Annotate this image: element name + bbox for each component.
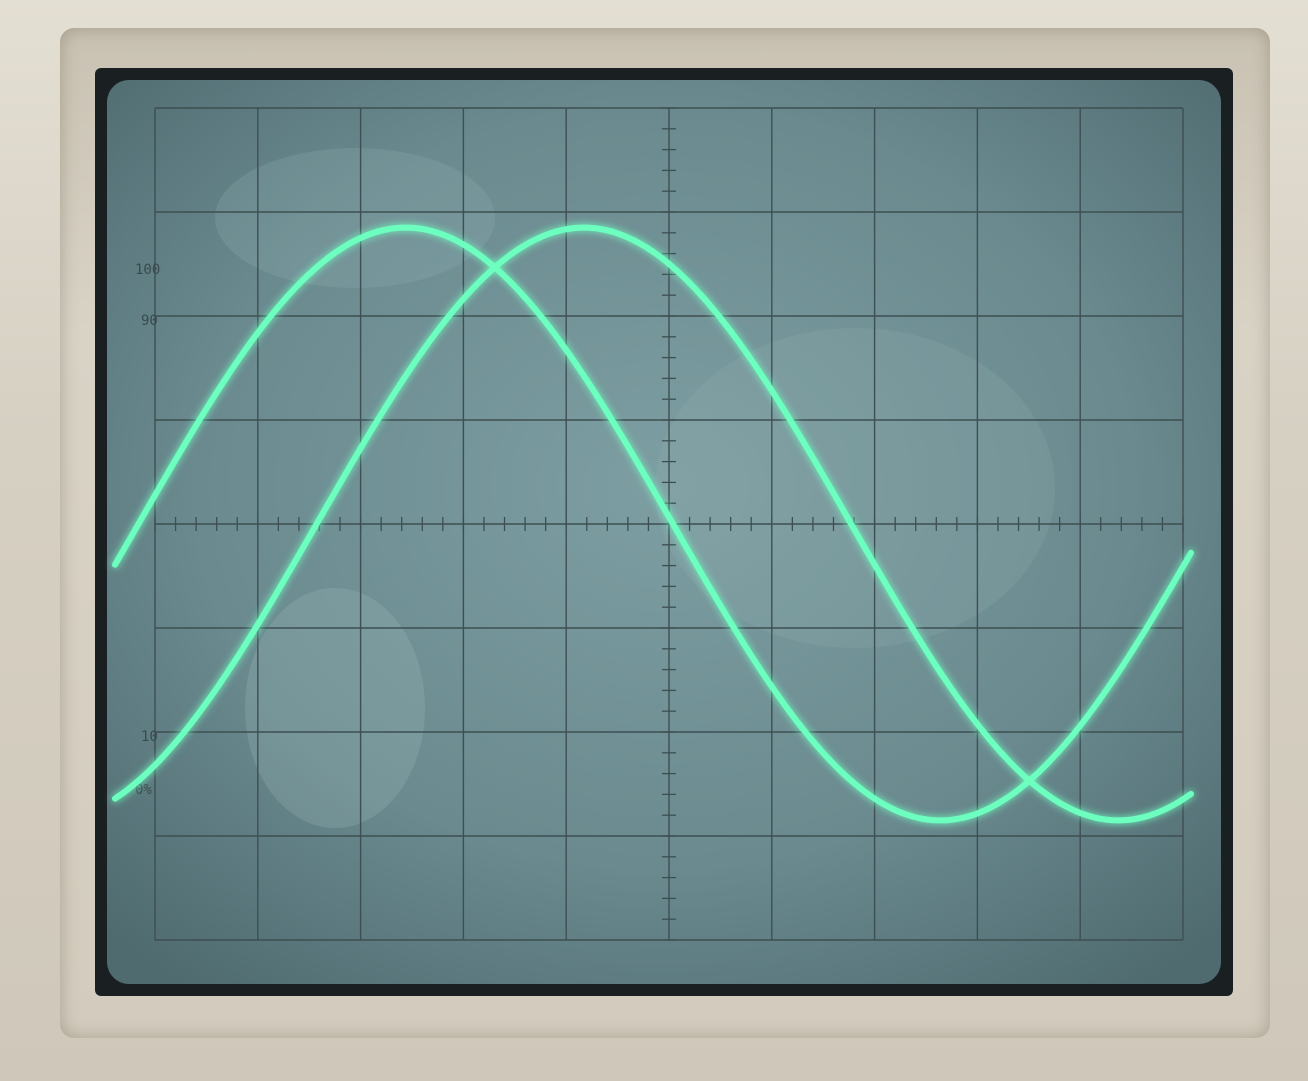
reflection (245, 588, 425, 828)
graticule-label-90: 90 (141, 313, 158, 329)
reflection (215, 148, 495, 288)
oscilloscope-display: 100 90 10 0% (107, 80, 1221, 984)
graticule-label-100: 100 (135, 262, 160, 278)
graticule-label-10: 10 (141, 729, 158, 745)
